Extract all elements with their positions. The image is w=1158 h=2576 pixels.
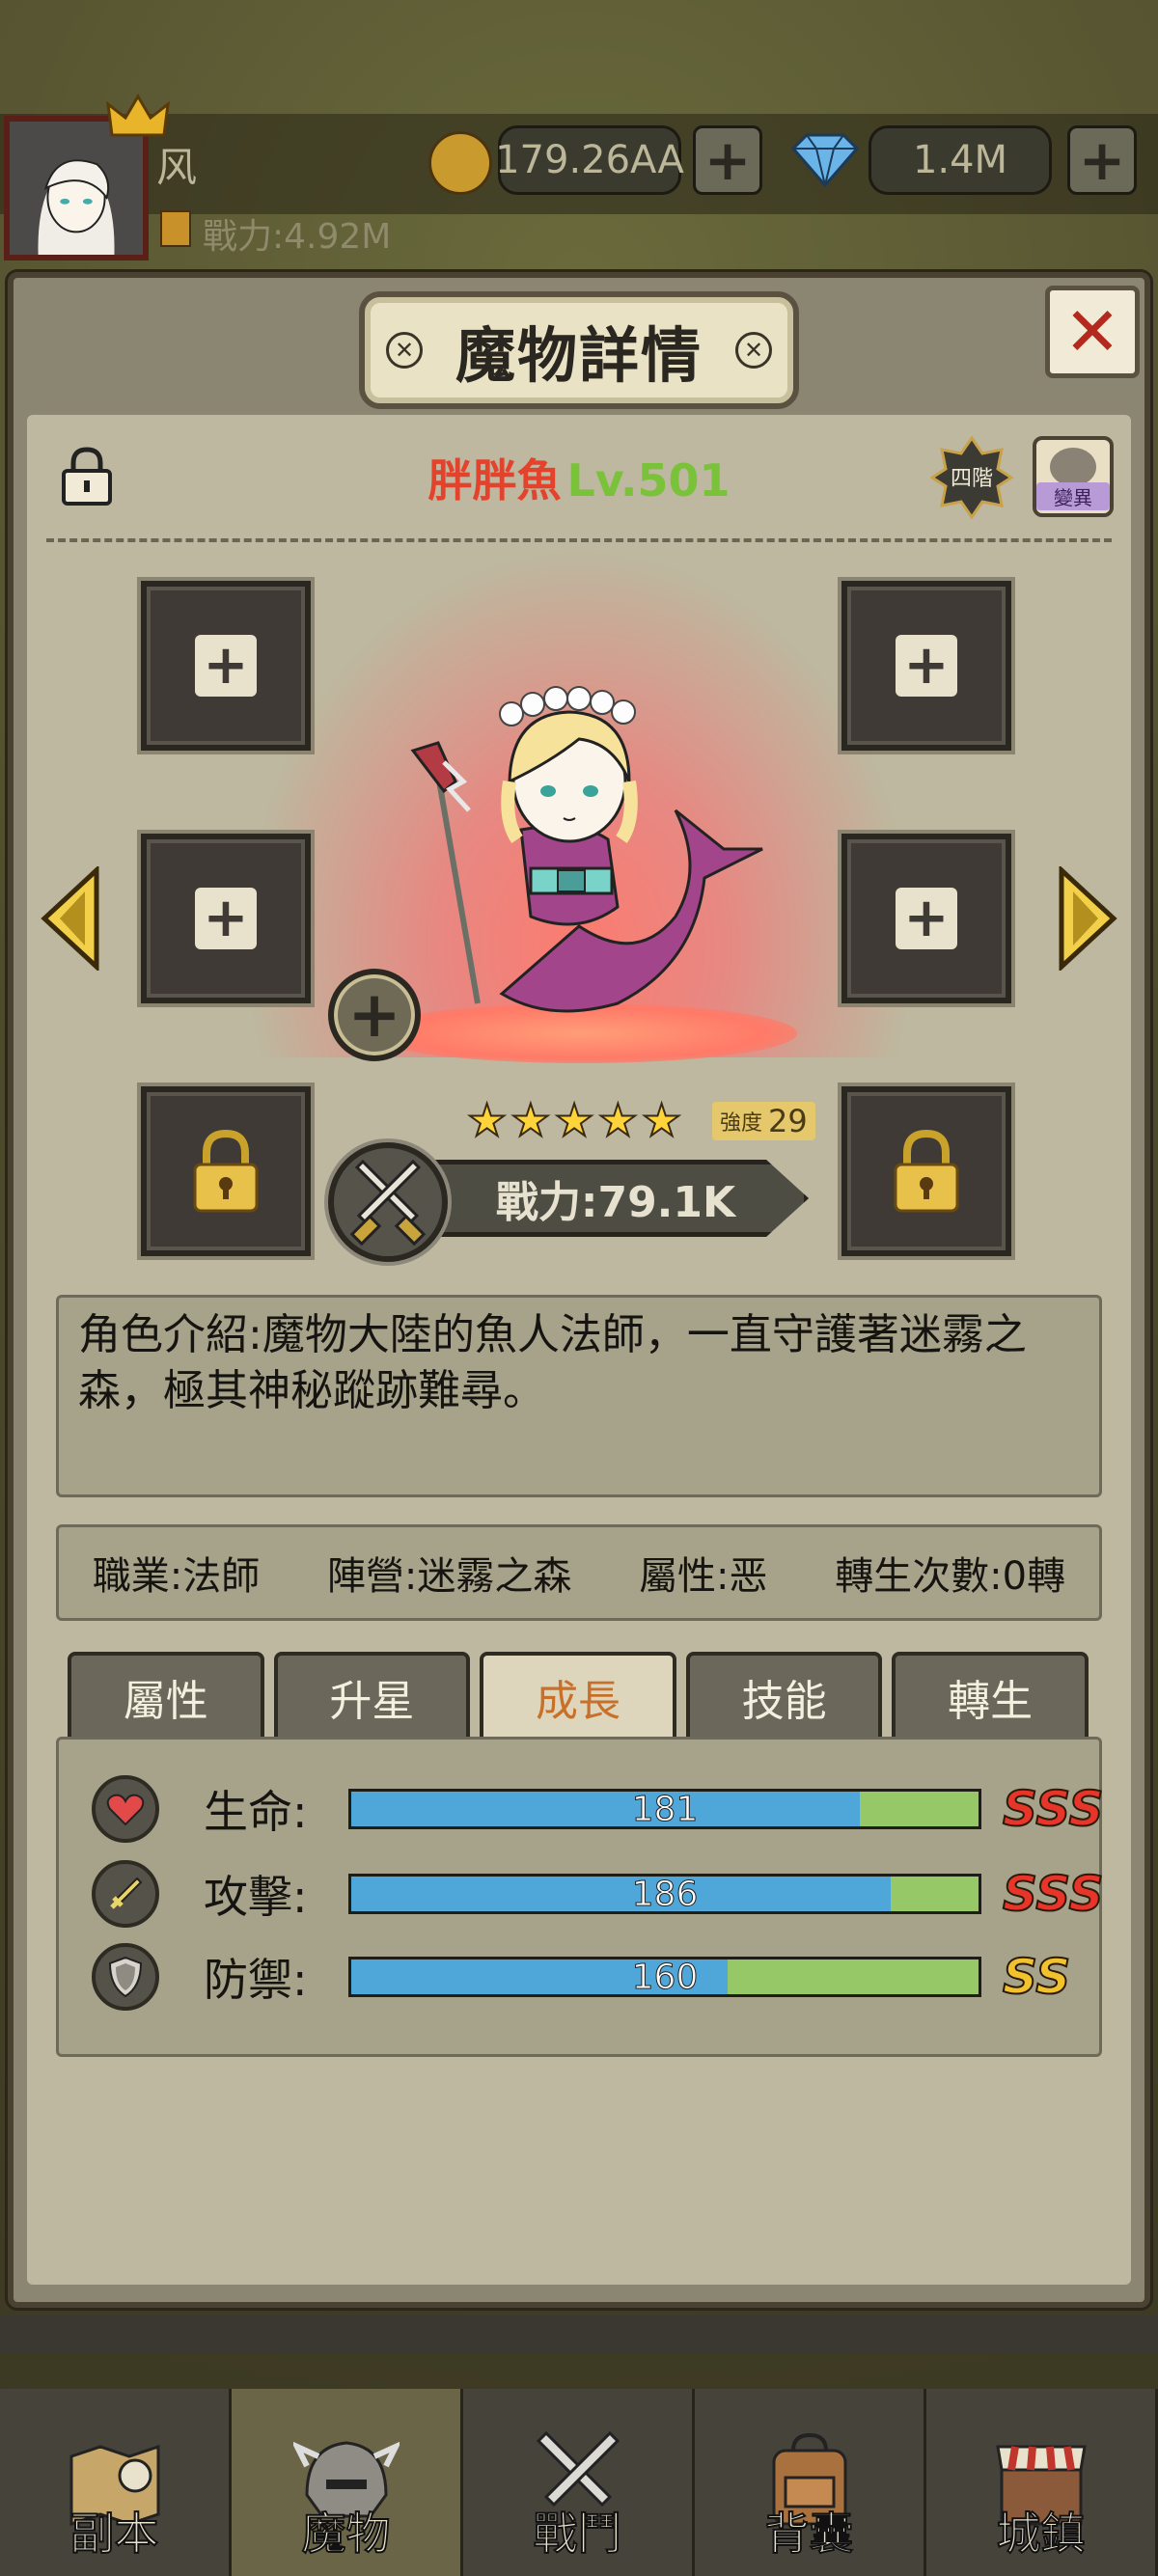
info-bar: 職業:法師 陣營:迷霧之森 屬性:恶 轉生次數:0轉: [56, 1524, 1102, 1621]
stat-bar: 160: [348, 1957, 981, 1997]
power-icon: [160, 210, 191, 247]
tab-growth[interactable]: 成長: [480, 1652, 676, 1739]
plus-icon: +: [195, 888, 257, 949]
nav-label: 背囊: [764, 2507, 855, 2561]
prev-monster-arrow-icon[interactable]: [39, 866, 100, 971]
info-faction: 陣營:迷霧之森: [326, 1554, 572, 1599]
stat-label: 生命:: [204, 1786, 308, 1838]
nav-label: 戰鬥: [533, 2507, 623, 2561]
stat-grade: SSS: [1002, 1780, 1104, 1838]
player-name: 风: [156, 144, 198, 191]
add-diamond-button[interactable]: +: [1067, 125, 1137, 195]
strength-label: 強度: [720, 1111, 763, 1136]
locked-slot-1[interactable]: [141, 1086, 311, 1256]
next-monster-arrow-icon[interactable]: [1058, 866, 1119, 971]
title-ornament-left-icon: ✕: [386, 332, 423, 369]
strength-value: 29: [768, 1103, 808, 1139]
combat-power-bar: 戰力:79.1K: [384, 1160, 809, 1237]
stat-row-defense: 防禦: 160 SS: [59, 1938, 1105, 2015]
rank-badge-label: 四階: [950, 467, 993, 491]
heart-icon: [92, 1775, 159, 1843]
detail-tabs: 屬性 升星 成長 技能 轉生: [68, 1652, 1089, 1739]
monster-description: 角色介紹:魔物大陸的魚人法師，一直守護著迷霧之森，極其神秘蹤跡難尋。: [78, 1310, 1027, 1415]
mutation-badge[interactable]: 變異: [1033, 436, 1114, 517]
monster-name: 胖胖魚: [427, 454, 562, 507]
dialog-title: 魔物詳情: [455, 320, 703, 391]
star-icon: ★: [597, 1094, 639, 1146]
description-box: 角色介紹:魔物大陸的魚人法師，一直守護著迷霧之森，極其神秘蹤跡難尋。: [56, 1295, 1102, 1497]
diamond-icon: [790, 133, 860, 188]
monster-title: 胖胖魚 Lv.501: [290, 446, 868, 509]
nav-monsters[interactable]: 魔物: [232, 2389, 463, 2576]
nav-backpack[interactable]: 背囊: [695, 2389, 926, 2576]
star-rating: ★ ★ ★ ★ ★: [466, 1094, 682, 1146]
nav-label: 副本: [69, 2507, 160, 2561]
equip-slot-4[interactable]: +: [841, 834, 1011, 1003]
crossed-swords-icon: [328, 1142, 448, 1262]
stat-label: 攻擊:: [204, 1871, 308, 1923]
tab-rebirth[interactable]: 轉生: [892, 1652, 1089, 1739]
info-job: 職業:法師: [92, 1554, 261, 1599]
vip-crown-icon: [106, 94, 170, 137]
nav-label: 魔物: [301, 2507, 392, 2561]
stat-bar: 181: [348, 1789, 981, 1829]
tab-star-up[interactable]: 升星: [273, 1652, 471, 1739]
locked-slot-2[interactable]: [841, 1086, 1011, 1256]
stat-value: 181: [631, 1789, 699, 1829]
stat-value: 186: [631, 1874, 699, 1914]
stat-grade: SSS: [1002, 1865, 1104, 1923]
combat-power: 戰力:79.1K: [495, 1178, 736, 1227]
star-icon: ★: [641, 1094, 682, 1146]
nav-town[interactable]: 城鎮: [926, 2389, 1158, 2576]
stat-value: 160: [631, 1957, 699, 1997]
nav-label: 城鎮: [996, 2507, 1087, 2561]
section-divider: [46, 538, 1112, 542]
star-icon: ★: [553, 1094, 594, 1146]
mutation-face-icon: [1050, 448, 1096, 486]
tab-attributes[interactable]: 屬性: [68, 1652, 264, 1739]
equip-slot-1[interactable]: +: [141, 581, 311, 751]
bottom-navigation: 副本 魔物 戰鬥 背囊 城鎮: [0, 2389, 1158, 2576]
shield-icon: [92, 1943, 159, 2011]
stat-label: 防禦:: [204, 1954, 308, 2006]
gold-amount: 179.26AA: [495, 125, 684, 195]
info-attribute: 屬性:恶: [639, 1554, 768, 1599]
monster-level: Lv.501: [566, 454, 731, 507]
stat-row-attack: 攻擊: 186 SSS: [59, 1855, 1105, 1932]
equip-slot-2[interactable]: +: [841, 581, 1011, 751]
tab-skills[interactable]: 技能: [685, 1652, 883, 1739]
plus-icon: +: [896, 635, 957, 697]
mutation-badge-label: 變異: [1036, 482, 1110, 510]
stat-grade: SS: [1002, 1948, 1071, 2006]
dialog-title-plate: ✕ 魔物詳情 ✕: [359, 291, 799, 409]
star-icon: ★: [466, 1094, 508, 1146]
diamond-amount: 1.4M: [868, 125, 1052, 195]
plus-icon: +: [896, 888, 957, 949]
gold-coin-icon: [428, 131, 492, 195]
nav-battle[interactable]: 戰鬥: [463, 2389, 695, 2576]
lock-toggle-icon[interactable]: [58, 446, 116, 507]
plus-icon: +: [195, 635, 257, 697]
add-gold-button[interactable]: +: [693, 125, 762, 195]
stat-row-hp: 生命: 181 SSS: [59, 1770, 1105, 1848]
close-button[interactable]: ✕: [1045, 286, 1140, 378]
nav-dungeon[interactable]: 副本: [0, 2389, 232, 2576]
equip-slot-3[interactable]: +: [141, 834, 311, 1003]
player-power: 戰力:4.92M: [203, 217, 392, 257]
add-companion-button[interactable]: +: [328, 969, 421, 1061]
padlock-icon: [193, 1129, 259, 1213]
strength-tag: 強度 29: [712, 1102, 815, 1140]
stat-bar: 186: [348, 1874, 981, 1914]
avatar-portrait-icon: [10, 122, 143, 255]
info-rebirth: 轉生次數:0轉: [835, 1554, 1066, 1599]
monster-sprite: [410, 686, 763, 1013]
star-icon: ★: [510, 1094, 551, 1146]
rank-badge[interactable]: 四階: [930, 436, 1013, 519]
panel-footer: [0, 2316, 1158, 2354]
title-ornament-right-icon: ✕: [735, 332, 772, 369]
sword-icon: [92, 1860, 159, 1928]
growth-stats: 生命: 181 SSS 攻擊: 186 SSS 防禦: 160 SS: [56, 1737, 1105, 2057]
padlock-icon: [894, 1129, 959, 1213]
